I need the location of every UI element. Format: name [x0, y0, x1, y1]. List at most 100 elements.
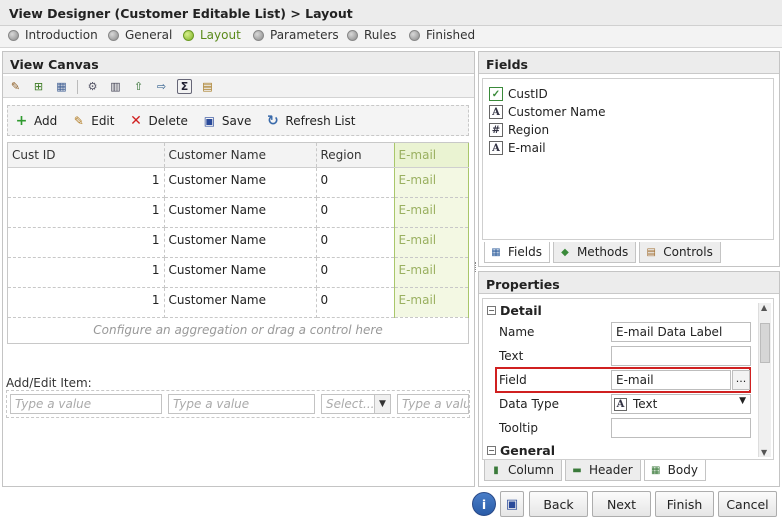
cell-email[interactable]: E-mail — [393, 197, 469, 228]
cell-email[interactable]: E-mail — [393, 167, 469, 198]
cell-customer-name[interactable]: Customer Name — [164, 227, 317, 258]
cell-region[interactable]: 0 — [316, 287, 395, 318]
field-item-customer-name[interactable]: A Customer Name — [489, 103, 767, 121]
cell-cust-id[interactable]: 1 — [8, 287, 165, 318]
cell-email[interactable]: E-mail — [393, 287, 469, 318]
cell-region[interactable]: 0 — [316, 257, 395, 288]
cell-customer-name[interactable]: Customer Name — [164, 167, 317, 198]
sigma-icon[interactable]: Σ — [177, 79, 192, 94]
save-icon[interactable]: ▣ — [500, 491, 524, 517]
gear-icon[interactable]: ⚙ — [85, 79, 100, 94]
collapse-icon[interactable]: − — [487, 446, 496, 455]
column-header-customer-name[interactable]: Customer Name — [164, 143, 317, 168]
cell-email[interactable]: E-mail — [393, 257, 469, 288]
cell-cust-id[interactable]: 1 — [8, 197, 165, 228]
add-edit-input-customer-name[interactable]: Type a value — [168, 394, 315, 414]
cell-customer-name[interactable]: Customer Name — [164, 197, 317, 228]
plus-icon: + — [15, 112, 28, 129]
tab-fields[interactable]: ▦ Fields — [484, 242, 550, 263]
scroll-thumb[interactable] — [760, 323, 770, 363]
save-button[interactable]: ▣ Save — [202, 113, 252, 128]
section-detail[interactable]: − Detail — [487, 303, 542, 318]
section-general[interactable]: − General — [487, 443, 555, 458]
field-item-email[interactable]: A E-mail — [489, 139, 767, 157]
text-a-icon: A — [489, 141, 503, 155]
column-icon: ▮ — [493, 464, 499, 476]
back-button[interactable]: Back — [529, 491, 588, 517]
refresh-list-button[interactable]: ↻ Refresh List — [265, 112, 356, 129]
add-button[interactable]: + Add — [14, 112, 58, 129]
chevron-down-icon[interactable]: ▼ — [739, 396, 746, 406]
field-item-custid[interactable]: ✓ CustID — [489, 85, 767, 103]
cell-cust-id[interactable]: 1 — [8, 227, 165, 258]
toolbar-divider — [77, 79, 78, 94]
prop-tooltip-field[interactable] — [611, 418, 751, 438]
magic-wand-icon[interactable]: ✎ — [8, 79, 23, 94]
cell-region[interactable]: 0 — [316, 197, 395, 228]
info-icon[interactable]: i — [472, 492, 496, 516]
field-label: Customer Name — [508, 105, 606, 119]
tab-header[interactable]: ▬ Header — [564, 460, 641, 481]
prop-name-field[interactable]: E-mail Data Label — [611, 322, 751, 342]
step-label: Introduction — [25, 28, 98, 42]
cell-email[interactable]: E-mail — [393, 227, 469, 258]
finish-button[interactable]: Finish — [655, 491, 714, 517]
field-browse-button[interactable]: ... — [732, 370, 750, 390]
table-row: 1 Customer Name 0 E-mail — [8, 287, 469, 318]
field-item-region[interactable]: # Region — [489, 121, 767, 139]
add-edit-row: Type a value Type a value Select... ▼ Ty… — [6, 390, 470, 418]
columns-icon[interactable]: ▥ — [108, 79, 123, 94]
step-dot-icon — [409, 29, 420, 41]
cell-region[interactable]: 0 — [316, 227, 395, 258]
prop-label-tooltip: Tooltip — [499, 421, 538, 435]
tab-controls[interactable]: ▤ Controls — [639, 242, 721, 263]
collapse-icon[interactable]: − — [487, 306, 496, 315]
export-icon[interactable]: ⇨ — [154, 79, 169, 94]
table-row: 1 Customer Name 0 E-mail — [8, 257, 469, 288]
cancel-button[interactable]: Cancel — [718, 491, 777, 517]
step-parameters[interactable]: Parameters — [253, 28, 339, 42]
chevron-down-icon[interactable]: ▼ — [374, 395, 390, 413]
refresh-label: Refresh List — [285, 113, 356, 128]
tab-methods[interactable]: ◆ Methods — [552, 242, 637, 263]
refresh-icon: ↻ — [267, 112, 279, 129]
prop-data-type-select[interactable]: A Text ▼ — [611, 394, 751, 414]
cell-customer-name[interactable]: Customer Name — [164, 287, 317, 318]
tab-column[interactable]: ▮ Column — [484, 460, 562, 481]
column-header-email[interactable]: E-mail — [393, 143, 469, 168]
aggregation-drop-zone[interactable]: Configure an aggregation or drag a contr… — [8, 317, 468, 343]
properties-scrollbar[interactable]: ▲ ▼ — [758, 303, 771, 457]
step-layout[interactable]: Layout — [183, 28, 241, 42]
cell-cust-id[interactable]: 1 — [8, 167, 165, 198]
tab-body[interactable]: ▦ Body — [643, 460, 706, 481]
x-icon: ✕ — [130, 112, 142, 129]
prop-field-input[interactable]: E-mail — [611, 370, 731, 390]
step-label: General — [125, 28, 173, 42]
add-edit-input-email[interactable]: Type a valu — [397, 394, 469, 414]
edit-grid-icon[interactable]: ▦ — [54, 79, 69, 94]
add-grid-icon[interactable]: ⊞ — [31, 79, 46, 94]
tab-label: Controls — [663, 245, 713, 259]
step-general[interactable]: General — [108, 28, 172, 42]
insert-row-icon[interactable]: ⇧ — [131, 79, 146, 94]
scroll-up-icon[interactable]: ▲ — [761, 303, 767, 312]
next-button[interactable]: Next — [592, 491, 651, 517]
add-edit-select-region[interactable]: Select... ▼ — [321, 394, 391, 414]
scroll-down-icon[interactable]: ▼ — [761, 448, 767, 457]
table-icon[interactable]: ▤ — [200, 79, 215, 94]
add-label: Add — [34, 113, 58, 128]
canvas-toolbar: ✎ ⊞ ▦ ⚙ ▥ ⇧ ⇨ Σ ▤ — [3, 76, 474, 98]
delete-button[interactable]: ✕ Delete — [128, 112, 188, 129]
cell-customer-name[interactable]: Customer Name — [164, 257, 317, 288]
step-finished[interactable]: Finished — [409, 28, 475, 42]
column-header-region[interactable]: Region — [316, 143, 395, 168]
column-header-cust-id[interactable]: Cust ID — [8, 143, 165, 168]
cell-cust-id[interactable]: 1 — [8, 257, 165, 288]
cell-region[interactable]: 0 — [316, 167, 395, 198]
prop-text-field[interactable] — [611, 346, 751, 366]
step-introduction[interactable]: Introduction — [8, 28, 98, 42]
step-rules[interactable]: Rules — [347, 28, 396, 42]
floppy-icon: ▣ — [203, 113, 216, 128]
edit-button[interactable]: ✎ Edit — [71, 113, 115, 128]
add-edit-input-cust-id[interactable]: Type a value — [10, 394, 162, 414]
